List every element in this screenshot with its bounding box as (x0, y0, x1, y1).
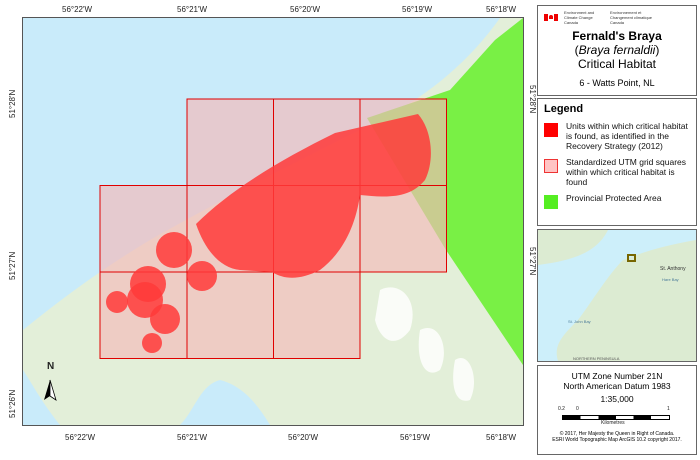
north-label: N (47, 361, 55, 372)
title-panel: Environment and Climate Change Canada En… (537, 5, 697, 96)
legend-heading: Legend (544, 103, 584, 115)
info-panel: UTM Zone Number 21N North American Datum… (537, 365, 697, 455)
map-frame: N (22, 17, 524, 426)
inset-map: St. Anthony Hare Bay St. John Bay NORTHE… (537, 229, 697, 362)
scale-unit: Kilometres (601, 420, 625, 426)
agency-fr: Environnement et Changement climatique C… (610, 10, 653, 25)
legend-swatch (544, 159, 558, 173)
legend-swatch (544, 123, 558, 137)
inset-label: NORTHERN PENINSULA (573, 356, 620, 361)
legend-item: Standardized UTM grid squares within whi… (544, 157, 696, 187)
right-tick: 51°27'N (528, 247, 537, 276)
inset-label: Hare Bay (662, 277, 679, 282)
map-canvas (23, 18, 523, 425)
bottom-tick: 56°20'W (288, 433, 319, 442)
inset-label: St. John Bay (568, 319, 591, 324)
right-tick: 51°28'N (528, 85, 537, 114)
top-tick: 56°20'W (290, 5, 321, 14)
habitat-unit (150, 304, 180, 334)
agency-en: Environment and Climate Change Canada (564, 10, 595, 25)
scale-ratio: 1:35,000 (600, 394, 634, 404)
grid-square (273, 271, 361, 359)
scientific-name: Braya fernaldii (578, 43, 656, 57)
grid-square (359, 185, 447, 273)
top-tick: 56°22'W (62, 5, 93, 14)
inset-label: St. Anthony (660, 266, 686, 272)
legend-panel: Legend Units within which critical habit… (537, 98, 697, 226)
grid-square (186, 98, 274, 186)
habitat-unit (187, 261, 217, 291)
habitat-unit (142, 333, 162, 353)
scale-bar: 0.2 0 1 Kilometres (558, 406, 670, 426)
legend-item: Provincial Protected Area (544, 193, 696, 209)
copyright-basemap: ESRI World Topographic Map ArcGIS 10.2 c… (552, 437, 682, 443)
legend-swatch (544, 195, 558, 209)
left-tick: 51°28'N (8, 89, 17, 118)
agency-banner: Environment and Climate Change Canada En… (544, 10, 690, 25)
location: 6 - Watts Point, NL (579, 78, 655, 88)
utm-zone: UTM Zone Number 21N (571, 371, 663, 381)
top-tick: 56°19'W (402, 5, 433, 14)
habitat-unit (106, 291, 128, 313)
top-tick: 56°18'W (486, 5, 517, 14)
legend-item: Units within which critical habitat is f… (544, 121, 696, 151)
habitat-unit (156, 232, 192, 268)
map-layout: N 56°22'W 56°21'W 56°20'W 56°19'W 56°18'… (0, 0, 700, 460)
bottom-tick: 56°22'W (65, 433, 96, 442)
map-subtitle: Critical Habitat (577, 57, 657, 71)
bottom-tick: 56°21'W (177, 433, 208, 442)
bottom-tick: 56°18'W (486, 433, 517, 442)
left-tick: 51°26'N (8, 389, 17, 418)
canada-flag-icon (544, 14, 558, 21)
map-title: Fernald's Braya (572, 29, 662, 43)
top-tick: 56°21'W (177, 5, 208, 14)
datum: North American Datum 1983 (563, 381, 671, 391)
left-tick: 51°27'N (8, 251, 17, 280)
bottom-tick: 56°19'W (400, 433, 431, 442)
